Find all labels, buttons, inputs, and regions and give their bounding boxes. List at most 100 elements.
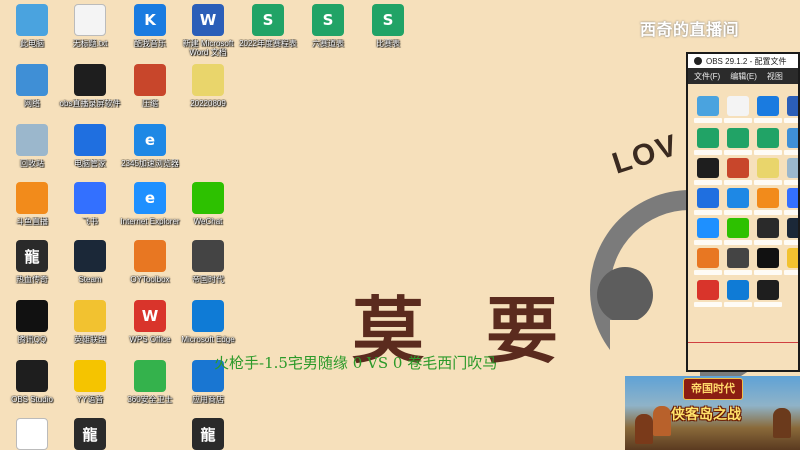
desktop-icon-label: 电脑管家 (74, 159, 106, 168)
desktop-icon[interactable]: 龍 (174, 418, 242, 450)
network-icon (787, 128, 798, 148)
edge-icon (727, 280, 749, 300)
obs-icon (16, 360, 48, 392)
desktop-icon-label: 帝国时代 (192, 275, 224, 284)
desktop-icon-label: WeChat (193, 217, 223, 226)
wps-sheet-icon: S (252, 4, 284, 36)
desktop-icon[interactable]: Microsoft Edge (174, 300, 242, 344)
desktop-icon[interactable]: 20220809 (174, 64, 242, 108)
ad-logo: 帝国时代 (683, 378, 743, 400)
legend-game-icon: 龍 (74, 418, 106, 450)
desktop-icon[interactable]: e 2345加速浏览器 (116, 124, 184, 168)
desktop-icon-label: Microsoft Edge (181, 335, 235, 344)
obs-preview-icon-label (694, 270, 722, 275)
desktop-icon[interactable]: 电脑管家 (56, 124, 124, 168)
desktop-icon-label: 英雄联盟 (74, 335, 106, 344)
douyu-icon (16, 182, 48, 214)
desktop-icon[interactable]: S 比赛表 (354, 4, 422, 48)
obs-preview-icon-label (784, 180, 798, 185)
desktop-icon-label: 六赛道表 (312, 39, 344, 48)
desktop-icon[interactable]: YY语音 (56, 360, 124, 404)
obs-preview-icon (754, 158, 782, 185)
obs-menu-edit[interactable]: 编辑(E) (730, 71, 757, 82)
obs-window[interactable]: OBS 29.1.2 - 配置文件 文件(F) 编辑(E) 视图 (686, 52, 800, 372)
legend-game-icon: 龍 (192, 418, 224, 450)
obs-titlebar[interactable]: OBS 29.1.2 - 配置文件 (688, 54, 798, 68)
qq-icon (16, 300, 48, 332)
bear-icon (16, 418, 48, 450)
wechat-icon (727, 218, 749, 238)
obs-preview-icon-label (754, 270, 782, 275)
desktop-icon[interactable]: 无标题.txt (56, 4, 124, 48)
obs-logo-icon (694, 57, 702, 65)
obs-preview-guide-line (688, 342, 798, 343)
obs-preview-icon-label (784, 240, 798, 245)
word-doc-icon: W (192, 4, 224, 36)
ad-title: 侠客岛之战 (671, 406, 741, 422)
desktop-icon[interactable]: WeChat (174, 182, 242, 226)
obs-preview-icon-label (784, 210, 798, 215)
obs-preview-canvas[interactable] (688, 84, 798, 370)
archive-icon (727, 158, 749, 178)
ad-figure (773, 408, 791, 438)
feishu-icon (74, 182, 106, 214)
desktop-icon-label: 无标题.txt (72, 39, 108, 48)
obs-preview-icon-label (694, 150, 722, 155)
obs-preview-icon-label (694, 118, 722, 123)
ad-figure (635, 414, 653, 444)
wps-icon: W (134, 300, 166, 332)
feishu-icon (787, 188, 798, 208)
wechat-icon (192, 182, 224, 214)
desktop-icon[interactable]: 飞书 (56, 182, 124, 226)
obs-preview-icon (724, 188, 752, 215)
kuwo-music-icon: K (134, 4, 166, 36)
desktop-icon[interactable]: 英雄联盟 (56, 300, 124, 344)
game-ad-banner[interactable]: 帝国时代 侠客岛之战 (625, 376, 800, 450)
folder-icon (757, 158, 779, 178)
obs-preview-icon (724, 280, 752, 307)
wallpaper-bear-hand (597, 267, 653, 323)
obs-preview-icon-label (724, 118, 752, 123)
obs-preview-icon (784, 158, 798, 185)
toolbox-icon (697, 248, 719, 268)
desktop-icon[interactable]: 帝国时代 (174, 240, 242, 284)
computer-icon (16, 4, 48, 36)
recycle-bin-icon (787, 158, 798, 178)
obs-preview-icon (754, 128, 782, 155)
obs-preview-icon (754, 188, 782, 215)
lol-icon (787, 248, 798, 268)
obs-title-text: OBS 29.1.2 - 配置文件 (706, 56, 787, 66)
obs-preview-icon (724, 128, 752, 155)
obs-preview-icon-label (724, 270, 752, 275)
steam-icon (74, 240, 106, 272)
computer-icon (697, 96, 719, 116)
obs-preview-icon (754, 96, 782, 123)
recycle-bin-icon (16, 124, 48, 156)
desktop-icon[interactable]: obs直播录屏软件 (56, 64, 124, 108)
wps-sheet-icon (757, 128, 779, 148)
obs-menu-view[interactable]: 视图 (767, 71, 783, 82)
archive-icon (134, 64, 166, 96)
text-file-icon (74, 4, 106, 36)
obs-preview-icon (694, 218, 722, 245)
obs-preview-icon-label (724, 180, 752, 185)
obs-preview-icon-label (694, 302, 722, 307)
kuwo-music-icon (757, 96, 779, 116)
obs-menu-file[interactable]: 文件(F) (694, 71, 720, 82)
legend-game-icon: 龍 (16, 240, 48, 272)
obs-preview-icon-label (754, 302, 782, 307)
qq-icon (757, 248, 779, 268)
obs-preview-icon (724, 248, 752, 275)
desktop-icon[interactable]: 龍 (56, 418, 124, 450)
desktop-icon[interactable]: S 六赛道表 (294, 4, 362, 48)
desktop-icon[interactable]: W 新建 Microsoft Word 文档 (174, 4, 242, 57)
desktop-icon[interactable]: Steam (56, 240, 124, 284)
obs-preview-icon (784, 188, 798, 215)
desktop-icon[interactable]: S 2022年度赛程表 (234, 4, 302, 48)
obs-preview-icon-label (784, 150, 798, 155)
pc-manager-icon (697, 188, 719, 208)
obs-preview-icon-label (754, 118, 782, 123)
obs-preview-icon-label (724, 210, 752, 215)
ie-icon: e (134, 182, 166, 214)
obs-preview-icon (694, 158, 722, 185)
